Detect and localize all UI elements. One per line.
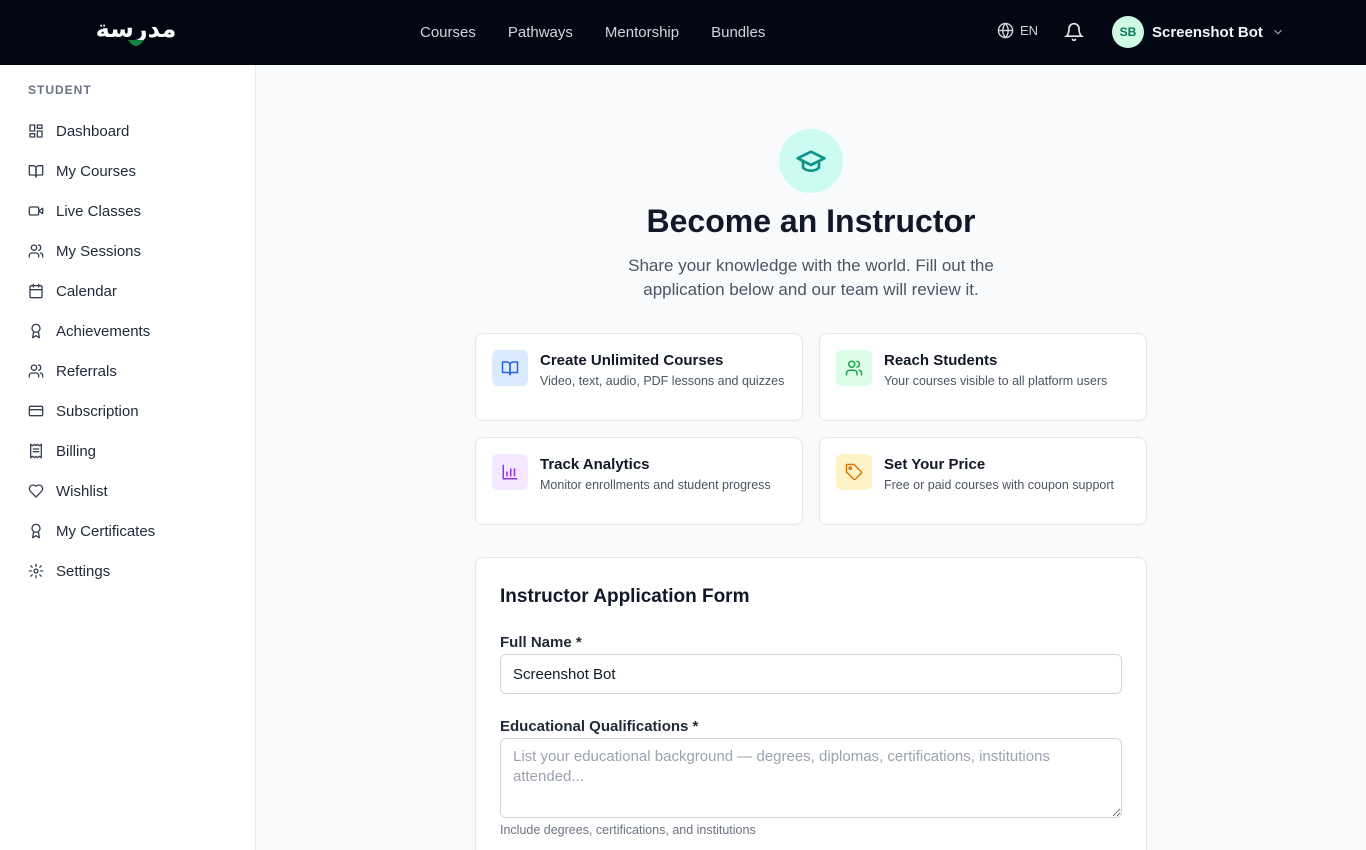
feature-description: Your courses visible to all platform use… — [884, 374, 1108, 388]
nav-link-courses[interactable]: Courses — [420, 24, 476, 41]
sidebar-item-my-courses[interactable]: My Courses — [28, 160, 136, 182]
nav-link-mentorship[interactable]: Mentorship — [605, 24, 679, 41]
sidebar-item-label: Referrals — [56, 362, 117, 380]
sidebar-item-label: My Courses — [56, 162, 137, 180]
sidebar-item-label: Dashboard — [56, 122, 130, 140]
feature-description: Monitor enrollments and student progress — [540, 478, 771, 492]
sidebar-item-label: My Sessions — [56, 242, 142, 260]
sidebar-item-label: Achievements — [56, 322, 151, 340]
sidebar-item-live-classes[interactable]: Live Classes — [28, 200, 141, 222]
language-switcher[interactable]: EN — [997, 22, 1038, 39]
main-nav: Courses Pathways Mentorship Bundles — [420, 0, 765, 65]
sidebar-section-title: STUDENT — [28, 83, 92, 97]
page-subtitle: Share your knowledge with the world. Fil… — [628, 256, 994, 299]
sidebar: STUDENT Dashboard My Courses Live Classe… — [0, 65, 256, 850]
page-title: Become an Instructor — [646, 203, 976, 239]
users-icon — [836, 350, 872, 386]
top-navbar: مدرسة Courses Pathways Mentorship Bundle… — [0, 0, 1366, 65]
qualifications-textarea[interactable] — [500, 738, 1122, 818]
feature-card-reach-students: Reach Students Your courses visible to a… — [819, 333, 1147, 421]
nav-link-bundles[interactable]: Bundles — [711, 24, 765, 41]
video-icon — [28, 206, 44, 216]
avatar: SB — [1112, 16, 1144, 48]
sidebar-item-wishlist[interactable]: Wishlist — [28, 480, 108, 502]
sidebar-item-label: Wishlist — [56, 482, 108, 500]
qualifications-label: Educational Qualifications * — [500, 718, 699, 735]
sidebar-item-subscription[interactable]: Subscription — [28, 400, 139, 422]
award-icon — [31, 323, 41, 339]
sidebar-item-label: Calendar — [56, 282, 117, 300]
book-open-icon — [492, 350, 528, 386]
feature-title: Reach Students — [884, 352, 998, 369]
sidebar-item-label: Live Classes — [56, 202, 142, 220]
award-icon — [31, 523, 41, 539]
tag-icon — [836, 454, 872, 490]
graduation-cap-icon — [779, 129, 843, 193]
sidebar-item-my-certificates[interactable]: My Certificates — [28, 520, 155, 542]
feature-description: Free or paid courses with coupon support — [884, 478, 1114, 492]
calendar-icon — [29, 283, 43, 299]
sidebar-item-calendar[interactable]: Calendar — [28, 280, 117, 302]
instructor-application-form: Instructor Application Form Full Name * … — [475, 557, 1147, 850]
qualifications-hint: Include degrees, certifications, and ins… — [500, 823, 756, 837]
feature-card-set-price: Set Your Price Free or paid courses with… — [819, 437, 1147, 525]
notifications-button[interactable] — [1063, 21, 1085, 43]
feature-card-track-analytics: Track Analytics Monitor enrollments and … — [475, 437, 803, 525]
heart-icon — [28, 484, 44, 498]
sidebar-item-dashboard[interactable]: Dashboard — [28, 120, 129, 142]
sidebar-item-label: Settings — [56, 562, 111, 580]
user-menu[interactable]: SB Screenshot Bot — [1112, 16, 1285, 48]
sidebar-item-referrals[interactable]: Referrals — [28, 360, 117, 382]
book-open-icon — [28, 165, 44, 178]
feature-description: Video, text, audio, PDF lessons and quiz… — [540, 374, 785, 388]
site-logo[interactable]: مدرسة — [88, 12, 184, 52]
form-title: Instructor Application Form — [500, 586, 750, 607]
sidebar-item-label: My Certificates — [56, 522, 156, 540]
users-icon — [28, 364, 44, 378]
credit-card-icon — [28, 405, 44, 417]
svg-text:مدرسة: مدرسة — [96, 15, 177, 43]
bar-chart-icon — [492, 454, 528, 490]
chevron-down-icon — [1273, 29, 1282, 35]
users-icon — [28, 244, 44, 258]
feature-card-create-courses: Create Unlimited Courses Video, text, au… — [475, 333, 803, 421]
sidebar-item-settings[interactable]: Settings — [28, 560, 110, 582]
receipt-icon — [30, 443, 42, 459]
gear-icon — [28, 563, 44, 579]
feature-title: Create Unlimited Courses — [540, 352, 724, 369]
language-label: EN — [1020, 23, 1039, 38]
sidebar-item-achievements[interactable]: Achievements — [28, 320, 150, 342]
full-name-input[interactable] — [500, 654, 1122, 694]
feature-title: Track Analytics — [540, 456, 650, 473]
sidebar-item-billing[interactable]: Billing — [28, 440, 96, 462]
dashboard-icon — [29, 124, 43, 138]
bell-icon — [1063, 22, 1085, 42]
sidebar-item-my-sessions[interactable]: My Sessions — [28, 240, 141, 262]
full-name-label: Full Name * — [500, 634, 582, 651]
nav-link-pathways[interactable]: Pathways — [508, 24, 573, 41]
globe-icon — [997, 22, 1014, 39]
feature-title: Set Your Price — [884, 456, 986, 473]
sidebar-item-label: Subscription — [56, 402, 139, 420]
user-name: Screenshot Bot — [1152, 23, 1263, 41]
sidebar-item-label: Billing — [56, 442, 97, 460]
